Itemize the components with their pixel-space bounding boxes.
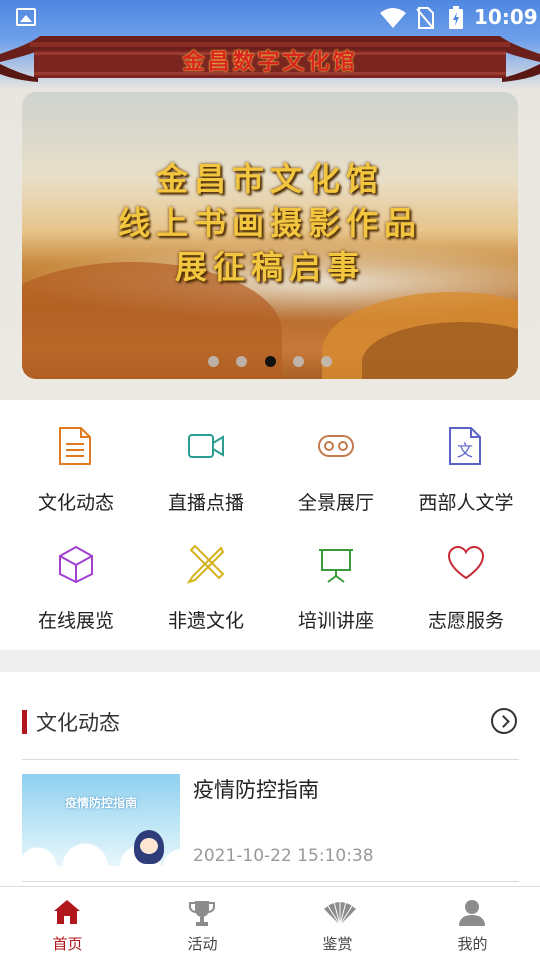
nav-label: 首页 xyxy=(52,935,83,953)
nav-label: 我的 xyxy=(457,935,488,953)
literature-file-icon: 文 xyxy=(449,427,481,465)
menu-label: 在线展览 xyxy=(37,610,114,632)
section-header: 文化动态 xyxy=(22,708,519,738)
trophy-icon xyxy=(189,901,215,926)
heart-icon xyxy=(447,545,485,580)
nav-mine[interactable]: 我的 xyxy=(405,887,540,960)
feature-menu: 文化动态 直播点播 全景展厅 文 西部人文学 在线展览 非遗文化 培训讲座 志愿… xyxy=(0,400,540,650)
presentation-board-icon xyxy=(319,549,353,583)
menu-item-panorama-hall[interactable]: 全景展厅 xyxy=(271,400,401,514)
section-accent-bar xyxy=(22,710,27,734)
video-camera-icon xyxy=(188,434,224,458)
carousel-dot[interactable] xyxy=(208,356,220,367)
section-title: 文化动态 xyxy=(36,711,120,735)
svg-text:文: 文 xyxy=(457,441,473,460)
document-icon xyxy=(59,427,91,465)
image-notification-icon xyxy=(16,8,36,26)
menu-item-volunteer-service[interactable]: 志愿服务 xyxy=(401,518,531,632)
status-time: 10:09 xyxy=(474,5,538,29)
menu-label: 全景展厅 xyxy=(297,492,374,514)
home-icon xyxy=(54,900,80,924)
menu-item-live-vod[interactable]: 直播点播 xyxy=(141,400,271,514)
banner-line-3: 展征稿启事 xyxy=(174,248,365,286)
chevron-right-circle-icon[interactable] xyxy=(491,708,517,734)
app-title: 金昌数字文化馆 xyxy=(182,49,358,75)
wifi-icon xyxy=(380,8,406,28)
menu-item-intangible-heritage[interactable]: 非遗文化 xyxy=(141,518,271,632)
nav-home[interactable]: 首页 xyxy=(0,887,135,960)
carousel-dot[interactable] xyxy=(292,356,304,367)
carousel-indicator xyxy=(22,352,518,371)
menu-label: 直播点播 xyxy=(167,492,244,514)
fan-icon xyxy=(324,901,356,926)
craft-tools-icon xyxy=(187,544,225,584)
cube-icon xyxy=(59,545,93,584)
menu-label: 非遗文化 xyxy=(167,610,244,632)
menu-label: 培训讲座 xyxy=(297,610,374,632)
status-bar: 10:09 xyxy=(0,0,540,36)
user-icon xyxy=(459,900,485,926)
carousel-dot-active[interactable] xyxy=(264,356,276,367)
news-thumbnail[interactable]: 疫情防控指南 xyxy=(22,774,180,866)
menu-label: 文化动态 xyxy=(37,492,114,514)
nav-label: 鉴赏 xyxy=(322,935,353,953)
divider xyxy=(22,759,519,760)
nav-appreciation[interactable]: 鉴赏 xyxy=(270,887,405,960)
menu-item-training-lecture[interactable]: 培训讲座 xyxy=(271,518,401,632)
banner-line-1: 金昌市文化馆 xyxy=(155,160,384,198)
menu-label: 西部人文学 xyxy=(418,492,514,514)
divider xyxy=(22,881,519,882)
battery-charging-icon xyxy=(449,6,463,29)
no-sim-icon xyxy=(416,7,434,29)
culture-news-section: 文化动态 疫情防控指南 疫情防控指南 2021-10-22 15:10:38 xyxy=(0,672,540,886)
carousel-dot[interactable] xyxy=(236,356,248,367)
menu-item-online-exhibition[interactable]: 在线展览 xyxy=(11,518,141,632)
menu-item-western-literature[interactable]: 文 西部人文学 xyxy=(401,400,531,514)
vr-glasses-icon xyxy=(318,435,354,457)
news-item-title[interactable]: 疫情防控指南 xyxy=(193,774,319,804)
menu-item-culture-news[interactable]: 文化动态 xyxy=(11,400,141,514)
thumbnail-character-face xyxy=(140,838,158,854)
thumbnail-title: 疫情防控指南 xyxy=(64,796,137,810)
news-item-date: 2021-10-22 15:10:38 xyxy=(193,846,374,866)
banner-carousel[interactable]: 金昌市文化馆 线上书画摄影作品 展征稿启事 xyxy=(22,92,518,379)
header-area: 10:09 金昌数字文化馆 金昌市文化馆 线上书画摄影作品 展征稿启事 xyxy=(0,0,540,400)
banner-line-2: 线上书画摄影作品 xyxy=(117,204,422,242)
nav-activity[interactable]: 活动 xyxy=(135,887,270,960)
carousel-dot[interactable] xyxy=(320,356,332,367)
menu-label: 志愿服务 xyxy=(427,610,504,632)
nav-label: 活动 xyxy=(187,935,218,953)
bottom-navigation: 首页 活动 鉴赏 我的 xyxy=(0,886,540,960)
